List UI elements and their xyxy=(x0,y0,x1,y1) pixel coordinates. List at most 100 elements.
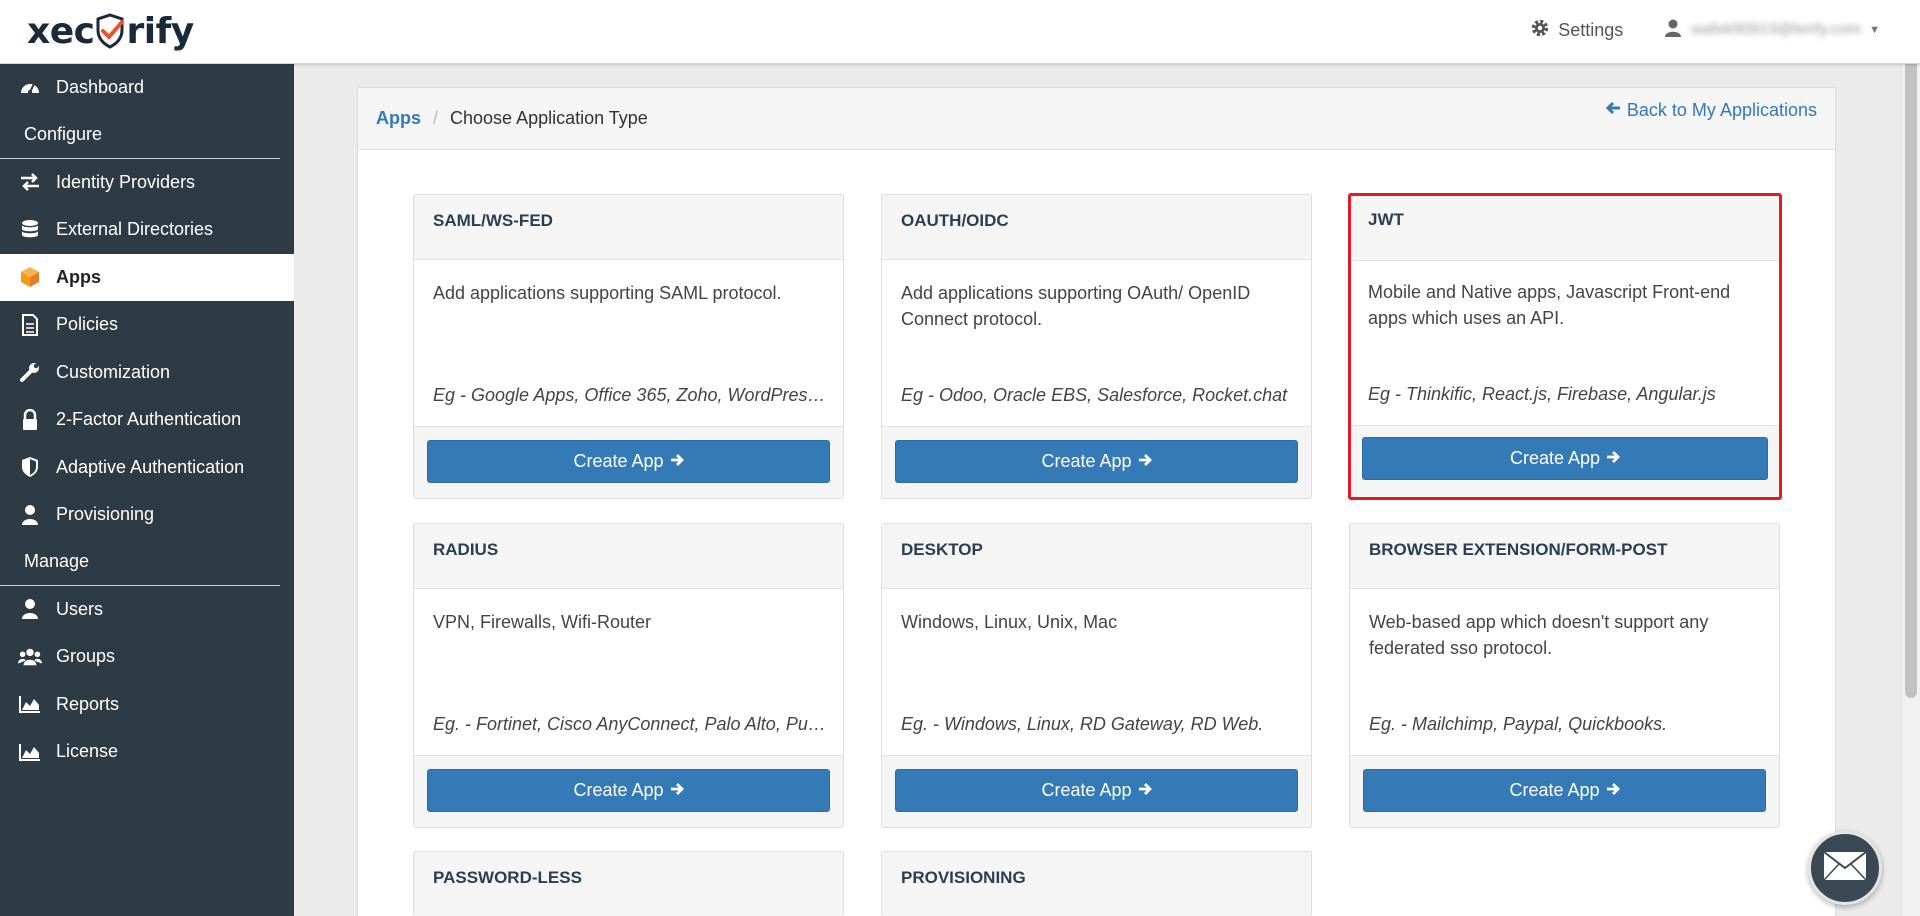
contact-support-button[interactable] xyxy=(1808,831,1882,905)
gear-icon xyxy=(1530,18,1550,43)
create-app-label: Create App xyxy=(1041,451,1132,471)
sidebar-item-label: External Directories xyxy=(56,219,214,240)
wrench-icon xyxy=(18,360,42,384)
card-title: BROWSER EXTENSION/FORM-POST xyxy=(1350,524,1779,589)
back-link-label: Back to My Applications xyxy=(1626,100,1817,120)
user-icon xyxy=(18,597,42,621)
create-app-button-radius[interactable]: Create App xyxy=(427,769,830,812)
back-to-my-applications-link[interactable]: Back to My Applications xyxy=(1605,100,1817,121)
create-app-label: Create App xyxy=(1041,780,1132,800)
card-radius: RADIUS VPN, Firewalls, Wifi-Router Eg. -… xyxy=(413,523,844,828)
sidebar-item-groups[interactable]: Groups xyxy=(0,633,294,681)
envelope-icon xyxy=(1822,850,1868,887)
shield-icon xyxy=(18,455,42,479)
scrollbar-thumb[interactable] xyxy=(1905,22,1917,698)
page-scrollbar[interactable] xyxy=(1901,0,1920,916)
create-app-label: Create App xyxy=(1509,780,1600,800)
user-icon xyxy=(18,503,42,527)
card-title: OAUTH/OIDC xyxy=(882,195,1311,260)
card-saml-ws-fed: SAML/WS-FED Add applications supporting … xyxy=(413,194,844,499)
sidebar-item-label: Groups xyxy=(56,646,116,667)
sidebar-item-label: Users xyxy=(56,598,104,619)
user-icon xyxy=(1663,18,1683,43)
card-description: Mobile and Native apps, Javascript Front… xyxy=(1368,282,1731,328)
create-app-button-saml[interactable]: Create App xyxy=(427,440,830,483)
create-app-label: Create App xyxy=(573,780,664,800)
create-app-button-jwt[interactable]: Create App xyxy=(1362,437,1768,480)
sidebar-item-identity-providers[interactable]: Identity Providers xyxy=(0,159,294,207)
sidebar-item-customization[interactable]: Customization xyxy=(0,349,294,397)
sidebar-item-external-directories[interactable]: External Directories xyxy=(0,206,294,254)
sidebar-item-apps[interactable]: Apps xyxy=(0,253,294,301)
card-jwt: JWT Mobile and Native apps, Javascript F… xyxy=(1348,193,1782,500)
sidebar-item-reports[interactable]: Reports xyxy=(0,681,294,729)
settings-label: Settings xyxy=(1558,19,1624,40)
create-app-button-browser-extension[interactable]: Create App xyxy=(1363,769,1766,812)
sidebar-item-label: Customization xyxy=(56,361,171,382)
cube-icon xyxy=(18,265,42,289)
database-icon xyxy=(18,218,42,242)
card-description: Web-based app which doesn't support any … xyxy=(1369,612,1709,658)
logo-text-right: rify xyxy=(126,10,194,52)
arrow-right-icon xyxy=(1606,448,1621,469)
settings-link[interactable]: Settings xyxy=(1530,18,1623,43)
card-examples: Eg - Thinkific, React.js, Firebase, Angu… xyxy=(1368,384,1716,404)
sidebar-item-label: Dashboard xyxy=(56,77,145,98)
dashboard-icon xyxy=(18,76,42,100)
exchange-icon xyxy=(18,170,42,194)
card-description: Windows, Linux, Unix, Mac xyxy=(901,612,1118,632)
sidebar-item-label: Reports xyxy=(56,693,120,714)
card-desktop: DESKTOP Windows, Linux, Unix, Mac Eg. - … xyxy=(881,523,1312,828)
section-configure: Configure xyxy=(0,112,280,159)
sidebar-item-2-factor-authentication[interactable]: 2-Factor Authentication xyxy=(0,396,294,444)
area-chart-icon xyxy=(18,740,42,764)
breadcrumb-current: Choose Application Type xyxy=(450,108,648,128)
chevron-down-icon: ▼ xyxy=(1869,24,1880,36)
breadcrumb: Apps / Choose Application Type xyxy=(376,108,648,129)
sidebar-item-dashboard[interactable]: Dashboard xyxy=(0,64,294,112)
top-bar: xec rify Settings wafek90919@lenfy.com ▼ xyxy=(0,0,1920,64)
sidebar-item-label: Provisioning xyxy=(56,504,155,525)
sidebar-item-provisioning[interactable]: Provisioning xyxy=(0,491,294,539)
sidebar-item-adaptive-authentication[interactable]: Adaptive Authentication xyxy=(0,444,294,492)
sidebar-item-users[interactable]: Users xyxy=(0,586,294,634)
sidebar-item-label: Policies xyxy=(56,314,119,335)
card-title: JWT xyxy=(1351,196,1779,261)
user-menu[interactable]: wafek90919@lenfy.com ▼ xyxy=(1663,18,1880,43)
card-title: SAML/WS-FED xyxy=(414,195,843,260)
card-oauth-oidc: OAUTH/OIDC Add applications supporting O… xyxy=(881,194,1312,499)
lock-icon xyxy=(18,408,42,432)
arrow-left-icon xyxy=(1605,100,1621,121)
sidebar-item-policies[interactable]: Policies xyxy=(0,301,294,349)
sidebar-item-label: Apps xyxy=(56,266,101,287)
card-description: Add applications supporting SAML protoco… xyxy=(433,283,782,303)
user-email: wafek90919@lenfy.com xyxy=(1691,21,1862,38)
card-examples: Eg. - Fortinet, Cisco AnyConnect, Palo A… xyxy=(433,714,828,734)
sidebar: Dashboard Configure Identity Providers E… xyxy=(0,64,294,916)
logo-shield-icon xyxy=(95,13,125,49)
card-provisioning: PROVISIONING xyxy=(881,851,1312,916)
card-examples: Eg - Odoo, Oracle EBS, Salesforce, Rocke… xyxy=(901,385,1288,405)
logo-text-left: xec xyxy=(27,10,95,52)
card-title: RADIUS xyxy=(414,524,843,589)
card-password-less: PASSWORD-LESS xyxy=(413,851,844,916)
create-app-button-oauth[interactable]: Create App xyxy=(895,440,1298,483)
create-app-button-desktop[interactable]: Create App xyxy=(895,769,1298,812)
section-manage: Manage xyxy=(0,539,280,586)
users-icon xyxy=(18,645,42,669)
area-chart-icon xyxy=(18,692,42,716)
create-app-label: Create App xyxy=(1509,448,1601,468)
arrow-right-icon xyxy=(1138,451,1152,472)
card-title: PASSWORD-LESS xyxy=(414,852,843,916)
sidebar-item-license[interactable]: License xyxy=(0,728,294,776)
arrow-right-icon xyxy=(1606,780,1620,801)
panel-header: Apps / Choose Application Type Back to M… xyxy=(358,88,1835,150)
breadcrumb-apps-link[interactable]: Apps xyxy=(376,108,421,129)
file-icon xyxy=(18,313,42,337)
card-description: VPN, Firewalls, Wifi-Router xyxy=(433,612,652,632)
card-browser-extension: BROWSER EXTENSION/FORM-POST Web-based ap… xyxy=(1349,523,1780,828)
xecurify-logo[interactable]: xec rify xyxy=(27,6,194,56)
card-description: Add applications supporting OAuth/ OpenI… xyxy=(901,283,1251,329)
card-title: PROVISIONING xyxy=(882,852,1311,916)
arrow-right-icon xyxy=(1138,780,1152,801)
